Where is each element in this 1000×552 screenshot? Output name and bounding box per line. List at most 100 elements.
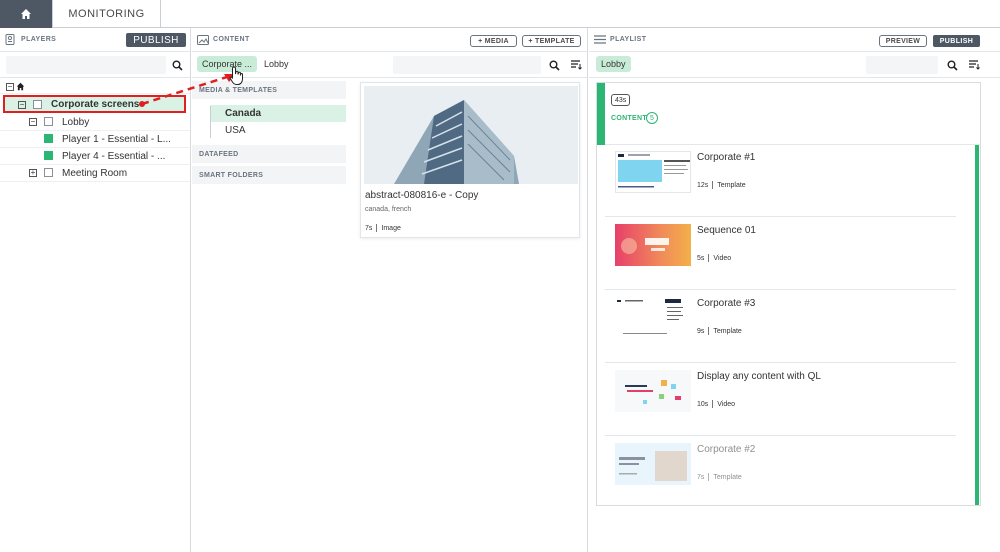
media-card-duration: 7s xyxy=(365,224,373,232)
playlist-item-name: Corporate #2 xyxy=(697,444,756,455)
playlist-thumbnail xyxy=(615,151,691,193)
tree-checkbox[interactable] xyxy=(33,100,42,109)
player-icon xyxy=(5,34,17,46)
playlist-item-type: Template xyxy=(717,181,746,189)
playlist-item-duration: 10s xyxy=(697,400,709,408)
sort-icon[interactable] xyxy=(569,58,583,72)
folder-canada[interactable]: Canada xyxy=(210,105,346,122)
tree-root[interactable]: − xyxy=(0,80,190,94)
playlist-item-meta: 7s Template xyxy=(697,473,742,481)
playlist-filter-lobby[interactable]: Lobby xyxy=(596,56,631,72)
search-icon[interactable] xyxy=(945,58,959,72)
playlist-item-name: Display any content with QL xyxy=(697,371,821,382)
playlist-item-duration: 5s xyxy=(697,254,705,262)
section-datafeed[interactable]: DATAFEED xyxy=(192,145,346,163)
playlist-content-count: 5 xyxy=(646,112,658,124)
add-template-button[interactable]: + TEMPLATE xyxy=(522,35,581,47)
media-card-name: abstract-080816-e - Copy xyxy=(365,190,479,201)
playlist-item-duration: 9s xyxy=(697,327,705,335)
playlist-container: 43s CONTENT 5 Corporate #1 12s Template S… xyxy=(596,82,981,506)
media-card[interactable]: abstract-080816-e - Copy canada, french … xyxy=(360,82,580,238)
players-search-input[interactable] xyxy=(6,56,166,74)
playlist-item[interactable]: Display any content with QL 10s Video xyxy=(605,364,956,436)
media-card-tags: canada, french xyxy=(365,206,412,213)
tree-label: Player 1 - Essential - L... xyxy=(62,133,171,145)
playlist-item-meta: 9s Template xyxy=(697,327,742,335)
playlist-item-meta: 5s Video xyxy=(697,254,731,262)
players-search-row xyxy=(0,52,190,78)
sort-icon[interactable] xyxy=(967,58,981,72)
home-button[interactable] xyxy=(0,0,52,28)
section-media-templates[interactable]: MEDIA & TEMPLATES xyxy=(192,81,346,99)
collapse-icon[interactable]: − xyxy=(29,118,37,126)
playlist-search-input[interactable] xyxy=(866,56,938,74)
home-icon xyxy=(21,9,31,19)
collapse-icon[interactable]: − xyxy=(6,83,14,91)
tree-label: Lobby xyxy=(62,116,90,128)
playlist-scroll-track[interactable] xyxy=(975,145,979,505)
tree-label: Meeting Room xyxy=(62,167,128,179)
tree-item-corporate-screens[interactable]: − Corporate screens xyxy=(3,95,186,113)
players-header: PLAYERS PUBLISH xyxy=(0,28,190,52)
content-search-input[interactable] xyxy=(393,56,541,74)
playlist-item[interactable]: Corporate #2 7s Template xyxy=(605,437,956,509)
players-publish-button[interactable]: PUBLISH xyxy=(126,33,186,47)
tab-monitoring[interactable]: MONITORING xyxy=(52,0,161,28)
playlist-item-type: Video xyxy=(713,254,732,262)
playlist-content-label: CONTENT xyxy=(611,115,647,122)
tree-checkbox[interactable] xyxy=(44,117,53,126)
content-toolbar: Corporate ... Lobby xyxy=(192,52,587,78)
search-icon[interactable] xyxy=(170,58,184,72)
section-smart-folders[interactable]: SMART FOLDERS xyxy=(192,166,346,184)
playlist-item-type: Video xyxy=(717,400,736,408)
playlist-publish-button[interactable]: PUBLISH xyxy=(933,35,980,47)
tree-item-player-4[interactable]: Player 4 - Essential - ... xyxy=(0,148,190,165)
playlist-thumbnail xyxy=(615,224,691,266)
list-icon xyxy=(594,34,606,46)
media-card-meta: 7s Image xyxy=(365,224,401,232)
tree-item-meeting-room[interactable]: + Meeting Room xyxy=(0,165,190,182)
media-card-type: Image xyxy=(381,224,401,232)
preview-button[interactable]: PREVIEW xyxy=(879,35,927,47)
player-status-icon xyxy=(44,151,53,160)
content-panel: CONTENT + MEDIA + TEMPLATE Corporate ...… xyxy=(192,28,588,552)
playlist-thumbnail xyxy=(615,297,691,339)
breadcrumb-lobby[interactable]: Lobby xyxy=(259,56,294,72)
tree-checkbox[interactable] xyxy=(44,168,53,177)
playlist-summary: 43s CONTENT 5 xyxy=(597,83,980,145)
tree-label: Player 4 - Essential - ... xyxy=(62,150,166,162)
breadcrumb-corporate[interactable]: Corporate ... xyxy=(197,56,258,72)
playlist-item-name: Sequence 01 xyxy=(697,225,756,236)
folder-usa[interactable]: USA xyxy=(210,122,346,139)
playlist-accent-bar xyxy=(597,83,605,145)
tree-label: Corporate screens xyxy=(51,98,140,110)
image-icon xyxy=(197,34,209,46)
playlist-toolbar: Lobby xyxy=(589,52,1000,78)
playlist-panel: PLAYLIST PREVIEW PUBLISH Lobby 43s CONTE… xyxy=(589,28,1000,552)
playlist-item-type: Template xyxy=(713,327,742,335)
playlist-item-duration: 7s xyxy=(697,473,705,481)
tree-item-lobby[interactable]: − Lobby xyxy=(0,114,190,131)
players-panel: PLAYERS PUBLISH − − Corporate screens − … xyxy=(0,28,191,552)
playlist-item[interactable]: Sequence 01 5s Video xyxy=(605,218,956,290)
playlist-title: PLAYLIST xyxy=(610,36,647,43)
top-bar: MONITORING xyxy=(0,0,1000,28)
playlist-item-duration: 12s xyxy=(697,181,709,189)
playlist-thumbnail xyxy=(615,443,691,485)
playlist-item-name: Corporate #1 xyxy=(697,152,756,163)
playlist-item[interactable]: Corporate #1 12s Template xyxy=(605,145,956,217)
collapse-icon[interactable]: − xyxy=(18,101,26,109)
playlist-item-name: Corporate #3 xyxy=(697,298,756,309)
home-icon xyxy=(16,82,25,91)
playlist-header: PLAYLIST PREVIEW PUBLISH xyxy=(589,28,1000,52)
playlist-item-meta: 10s Video xyxy=(697,400,735,408)
tree-item-player-1[interactable]: Player 1 - Essential - L... xyxy=(0,131,190,148)
player-status-icon xyxy=(44,134,53,143)
expand-icon[interactable]: + xyxy=(29,169,37,177)
playlist-total-duration: 43s xyxy=(611,94,631,106)
add-media-button[interactable]: + MEDIA xyxy=(470,35,517,47)
playlist-item[interactable]: Corporate #3 9s Template xyxy=(605,291,956,363)
tree-guide xyxy=(210,106,211,138)
playlist-item-meta: 12s Template xyxy=(697,181,746,189)
search-icon[interactable] xyxy=(547,58,561,72)
